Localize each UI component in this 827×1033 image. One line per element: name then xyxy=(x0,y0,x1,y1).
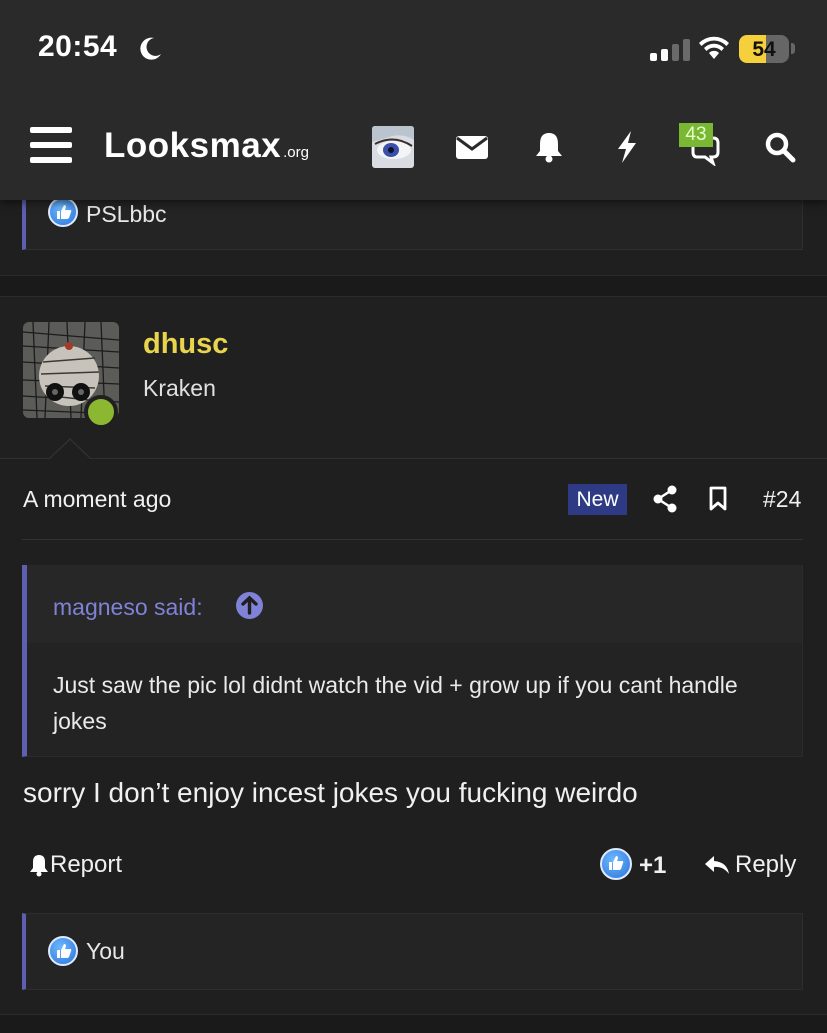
hamburger-menu-icon[interactable] xyxy=(30,127,72,165)
like-count[interactable]: +1 xyxy=(639,852,666,880)
user-divider xyxy=(0,458,827,459)
like-icon[interactable] xyxy=(600,848,632,880)
online-status-dot xyxy=(84,395,118,429)
post-message: sorry I don’t enjoy incest jokes you fuc… xyxy=(23,777,638,808)
post-separator-bottom xyxy=(0,1014,827,1033)
logo-tld-text: .org xyxy=(283,144,309,161)
reply-icon xyxy=(705,856,729,874)
report-label: Report xyxy=(50,851,123,878)
conversations-badge: 43 xyxy=(679,123,713,147)
logo-main-text: Looksmax xyxy=(104,126,282,165)
envelope-icon[interactable] xyxy=(453,128,491,166)
go-to-quote-icon[interactable] xyxy=(236,592,263,619)
meta-divider xyxy=(22,539,803,540)
previous-reaction-user[interactable]: PSLbbc xyxy=(86,201,167,228)
post-user-block xyxy=(0,297,827,459)
reaction-user[interactable]: You xyxy=(86,938,125,965)
account-avatar[interactable] xyxy=(372,126,414,168)
like-reaction-icon xyxy=(48,936,78,966)
battery-tip xyxy=(791,43,795,54)
cellular-signal-icon xyxy=(650,37,690,61)
site-logo[interactable]: Looksmax .org xyxy=(104,126,309,166)
post-username[interactable]: dhusc xyxy=(143,328,228,361)
bolt-icon[interactable] xyxy=(608,128,646,166)
quote-text: Just saw the pic lol didnt watch the vid… xyxy=(53,672,738,734)
wifi-icon xyxy=(699,36,729,59)
bookmark-icon[interactable] xyxy=(707,485,729,513)
user-title: Kraken xyxy=(143,375,216,401)
battery-percent: 54 xyxy=(752,38,776,61)
reactions-bar[interactable] xyxy=(22,913,803,990)
post-separator xyxy=(0,275,827,297)
reply-label: Reply xyxy=(735,851,797,878)
top-header: 20:54 54 Looksmax .org 43 xyxy=(0,0,827,200)
battery-indicator: 54 xyxy=(739,35,789,63)
user-caret-inner xyxy=(49,440,91,460)
post-number[interactable]: #24 xyxy=(763,486,801,513)
moon-icon xyxy=(140,37,161,60)
bell-icon xyxy=(30,855,48,877)
like-reaction-icon xyxy=(48,197,78,227)
share-icon[interactable] xyxy=(652,485,678,513)
search-icon[interactable] xyxy=(761,128,799,166)
reply-button[interactable]: Reply xyxy=(703,851,796,879)
post-timestamp[interactable]: A moment ago xyxy=(23,486,171,513)
quote-author[interactable]: magneso said: xyxy=(53,594,203,621)
status-time: 20:54 xyxy=(38,30,118,63)
bell-icon[interactable] xyxy=(530,128,568,166)
report-button[interactable]: Report xyxy=(28,851,122,879)
new-badge: New xyxy=(568,484,627,515)
